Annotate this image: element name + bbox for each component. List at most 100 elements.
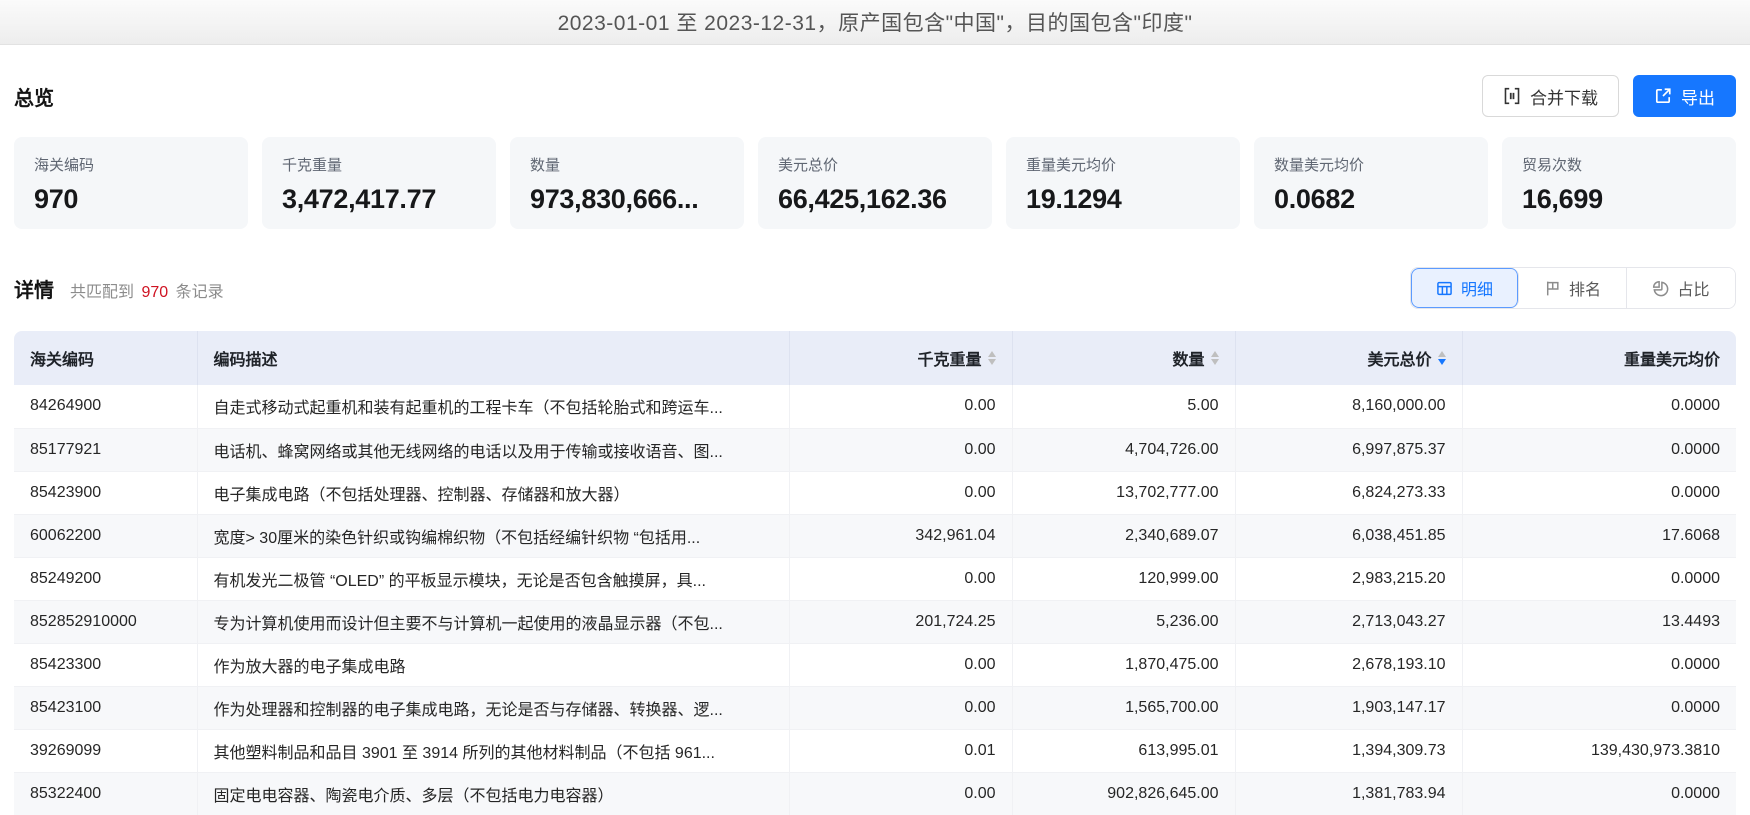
detail-header: 详情 共匹配到 970 条记录 明细 排名 占比	[14, 267, 1736, 309]
card-label: 千克重量	[282, 157, 343, 174]
detail-table: 海关编码 编码描述 千克重量 数量 美元总价 重量美元均价 84264900 自走式移动式起…	[14, 331, 1736, 815]
cell-desc: 其他塑料制品和品目 3901 至 3914 所列的其他材料制品（不包括 961.…	[197, 729, 790, 773]
merge-download-icon	[1503, 87, 1521, 105]
detail-title: 详情	[14, 279, 54, 302]
card-value: 66,425,162.36	[778, 184, 947, 214]
cell-weight: 0.00	[789, 686, 1013, 730]
column-label: 千克重量	[917, 352, 982, 369]
cell-qty: 120,999.00	[1012, 557, 1236, 601]
cell-unit_price: 13.4493	[1462, 600, 1736, 644]
cell-unit_price: 0.0000	[1462, 557, 1736, 601]
cell-weight: 0.00	[789, 557, 1013, 601]
overview-card: 千克重量 3,472,417.77	[262, 137, 496, 229]
cell-code: 85249200	[14, 557, 198, 601]
table-row: 84264900 自走式移动式起重机和装有起重机的工程卡车（不包括轮胎式和跨运车.…	[14, 385, 1736, 429]
card-value: 970	[34, 184, 79, 214]
cell-code: 85423900	[14, 471, 198, 515]
tab-label: 明细	[1460, 282, 1493, 299]
merge-download-label: 合并下载	[1530, 88, 1598, 108]
cell-qty: 1,565,700.00	[1012, 686, 1236, 730]
cell-code: 84264900	[14, 385, 198, 429]
cell-weight: 0.00	[789, 471, 1013, 515]
ranking-icon	[1544, 280, 1561, 297]
table-row: 85423100 作为处理器和控制器的电子集成电路，无论是否与存储器、转换器、逻.…	[14, 686, 1736, 730]
table-row: 85423900 电子集成电路（不包括处理器、控制器、存储器和放大器） 0.00 13…	[14, 471, 1736, 515]
cell-unit_price: 0.0000	[1462, 686, 1736, 730]
column-header-数量[interactable]: 数量	[1012, 331, 1236, 385]
cell-weight: 0.00	[789, 428, 1013, 472]
tab-排名[interactable]: 排名	[1519, 268, 1627, 308]
export-button[interactable]: 导出	[1633, 75, 1736, 117]
tab-label: 排名	[1568, 282, 1601, 299]
card-value: 0.0682	[1274, 184, 1355, 214]
card-label: 贸易次数	[1522, 157, 1583, 174]
cell-weight: 0.00	[789, 643, 1013, 687]
column-header-编码描述: 编码描述	[197, 331, 790, 385]
cell-qty: 5,236.00	[1012, 600, 1236, 644]
cell-weight: 0.00	[789, 772, 1013, 815]
column-label: 美元总价	[1367, 352, 1432, 369]
table-row: 85322400 固定电电容器、陶瓷电介质、多层（不包括电力电容器） 0.00 902…	[14, 772, 1736, 815]
cell-desc: 宽度> 30厘米的染色针织或钩编棉织物（不包括经编针织物 “包括用...	[197, 514, 790, 558]
cell-total: 8,160,000.00	[1235, 385, 1463, 429]
table-header-row: 海关编码 编码描述 千克重量 数量 美元总价 重量美元均价	[14, 331, 1736, 385]
cell-qty: 4,704,726.00	[1012, 428, 1236, 472]
sort-toggle-icon[interactable]	[1437, 351, 1446, 365]
overview-card: 海关编码 970	[14, 137, 248, 229]
cell-code: 85423100	[14, 686, 198, 730]
merge-download-button[interactable]: 合并下载	[1482, 75, 1619, 117]
column-header-重量美元均价: 重量美元均价	[1462, 331, 1736, 385]
card-label: 重量美元均价	[1026, 157, 1117, 174]
table-icon	[1436, 280, 1453, 297]
cell-code: 60062200	[14, 514, 198, 558]
export-label: 导出	[1681, 88, 1715, 108]
cell-unit_price: 139,430,973.3810	[1462, 729, 1736, 773]
overview-card: 重量美元均价 19.1294	[1006, 137, 1240, 229]
column-header-美元总价[interactable]: 美元总价	[1235, 331, 1463, 385]
cell-desc: 自走式移动式起重机和装有起重机的工程卡车（不包括轮胎式和跨运车...	[197, 385, 790, 429]
cell-unit_price: 0.0000	[1462, 428, 1736, 472]
card-label: 海关编码	[34, 157, 95, 174]
cell-total: 2,713,043.27	[1235, 600, 1463, 644]
cell-qty: 902,826,645.00	[1012, 772, 1236, 815]
cell-desc: 电子集成电路（不包括处理器、控制器、存储器和放大器）	[197, 471, 790, 515]
tab-label: 占比	[1677, 282, 1710, 299]
cell-qty: 2,340,689.07	[1012, 514, 1236, 558]
cell-total: 2,983,215.20	[1235, 557, 1463, 601]
cell-weight: 342,961.04	[789, 514, 1013, 558]
table-row: 85249200 有机发光二极管 “OLED” 的平板显示模块，无论是否包含触摸屏…	[14, 557, 1736, 601]
match-prefix: 共匹配到	[70, 283, 135, 301]
overview-card: 数量美元均价 0.0682	[1254, 137, 1488, 229]
cell-qty: 1,870,475.00	[1012, 643, 1236, 687]
table-row: 85423300 作为放大器的电子集成电路 0.00 1,870,475.00 2,67…	[14, 643, 1736, 687]
card-value: 16,699	[1522, 184, 1603, 214]
column-label: 数量	[1172, 352, 1205, 369]
column-header-千克重量[interactable]: 千克重量	[789, 331, 1013, 385]
cell-unit_price: 0.0000	[1462, 471, 1736, 515]
sort-toggle-icon[interactable]	[1210, 351, 1219, 365]
column-label: 海关编码	[30, 352, 95, 369]
column-header-海关编码: 海关编码	[14, 331, 198, 385]
card-value: 3,472,417.77	[282, 184, 437, 214]
sort-toggle-icon[interactable]	[987, 351, 996, 365]
cell-code: 85177921	[14, 428, 198, 472]
cell-total: 6,038,451.85	[1235, 514, 1463, 558]
table-row: 85177921 电话机、蜂窝网络或其他无线网络的电话以及用于传输或接收语音、图.…	[14, 428, 1736, 472]
table-row: 60062200 宽度> 30厘米的染色针织或钩编棉织物（不包括经编针织物 “包括…	[14, 514, 1736, 558]
tab-占比[interactable]: 占比	[1627, 268, 1735, 308]
cell-code: 39269099	[14, 729, 198, 773]
cell-weight: 0.01	[789, 729, 1013, 773]
cell-code: 85423300	[14, 643, 198, 687]
cell-desc: 专为计算机使用而设计但主要不与计算机一起使用的液晶显示器（不包...	[197, 600, 790, 644]
table-row: 39269099 其他塑料制品和品目 3901 至 3914 所列的其他材料制品（…	[14, 729, 1736, 773]
overview-title: 总览	[14, 87, 54, 110]
card-value: 973,830,666...	[530, 184, 699, 214]
card-value: 19.1294	[1026, 184, 1122, 214]
cell-total: 2,678,193.10	[1235, 643, 1463, 687]
card-label: 数量美元均价	[1274, 157, 1365, 174]
tab-明细[interactable]: 明细	[1411, 268, 1519, 308]
match-summary: 共匹配到 970 条记录	[70, 278, 224, 302]
overview-card: 数量 973,830,666...	[510, 137, 744, 229]
cell-unit_price: 0.0000	[1462, 772, 1736, 815]
cell-qty: 5.00	[1012, 385, 1236, 429]
